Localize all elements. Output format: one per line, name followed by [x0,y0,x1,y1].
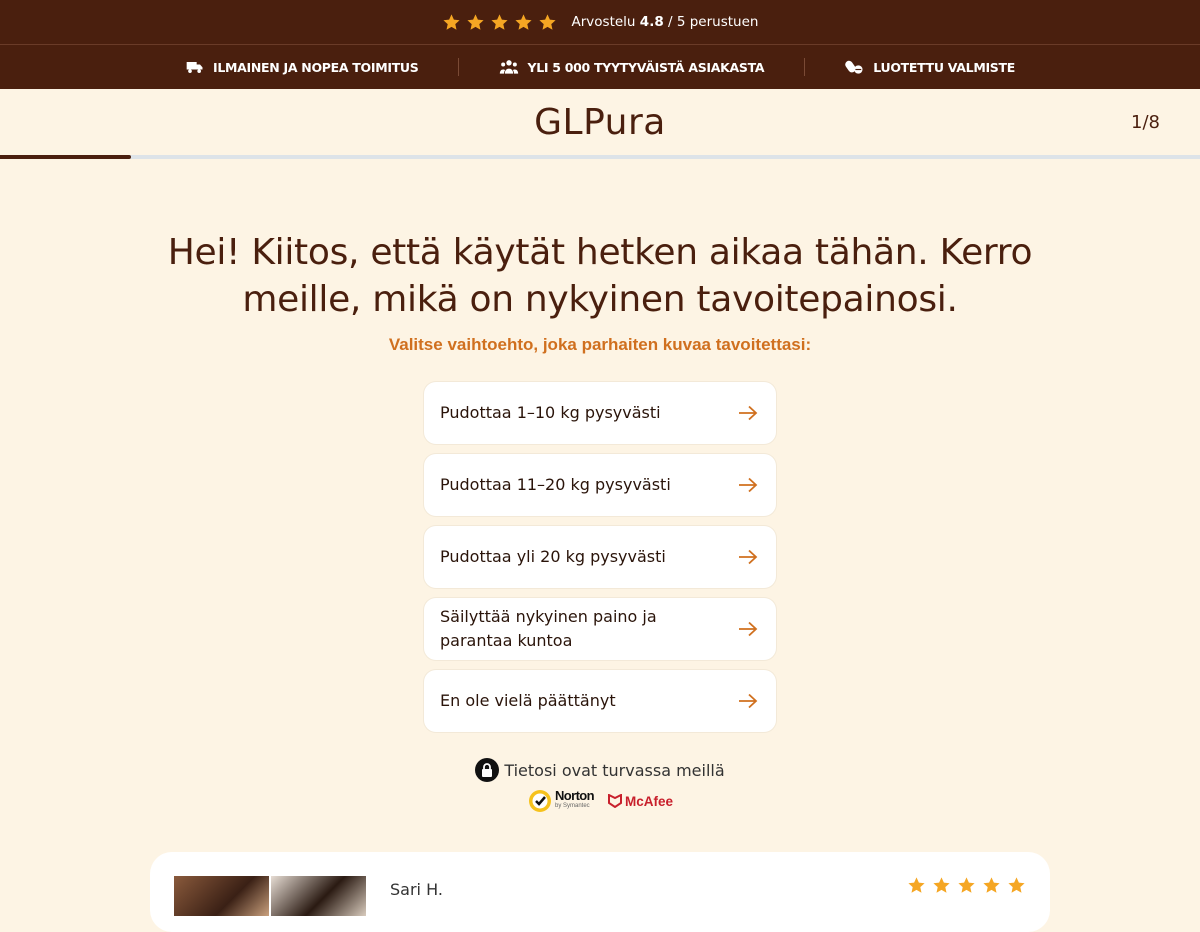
option-lose-1-10[interactable]: Pudottaa 1–10 kg pysyvästi [424,382,776,444]
people-icon [500,60,519,74]
after-photo [271,876,366,916]
star-icon [442,13,460,30]
mcafee-name: McAfee [624,793,673,809]
question-title: Hei! Kiitos, että käytät hetken aikaa tä… [167,232,1033,320]
star-icon [490,13,508,30]
norton-sub: by Symantec [554,803,590,809]
divider [804,58,806,76]
feature-trusted: LUOTETTU VALMISTE [845,58,1015,76]
feature-label: ILMAINEN JA NOPEA TOIMITUS [213,59,419,75]
options-list: Pudottaa 1–10 kg pysyvästi Pudottaa 11–2… [424,382,776,732]
norton-check-icon [528,790,551,812]
logo[interactable]: GLPura [534,102,666,143]
security-badges: Norton by Symantec McAfee [0,788,1200,814]
rating-prefix: Arvostelu [571,14,636,30]
progress-bar [0,155,1200,159]
before-photo [174,876,269,916]
divider [458,58,460,76]
star-icon [1008,877,1025,893]
rating-text: Arvostelu 4.8 / 5 perustuen [572,14,759,30]
option-label: Pudottaa 11–20 kg pysyvästi [440,475,671,494]
site-header: GLPura 1/8 [0,89,1200,155]
norton-name: Norton [554,788,595,803]
quiz-main: Hei! Kiitos, että käytät hetken aikaa tä… [0,229,1200,814]
question-subtitle: Valitse vaihtoehto, joka parhaiten kuvaa… [388,335,812,354]
truck-icon [186,62,203,73]
rating-stars [442,13,557,32]
step-counter: 1/8 [1131,112,1160,133]
option-lose-11-20[interactable]: Pudottaa 11–20 kg pysyvästi [424,454,776,516]
rating-bar: Arvostelu 4.8 / 5 perustuen [0,0,1200,45]
lock-icon [475,758,500,782]
features-bar: ILMAINEN JA NOPEA TOIMITUS YLI 5 000 TYY… [0,45,1200,89]
star-icon [538,13,556,30]
option-label: Pudottaa yli 20 kg pysyvästi [440,547,666,566]
option-label: En ole vielä päättänyt [440,691,616,710]
option-label: Pudottaa 1–10 kg pysyvästi [440,403,661,422]
review-card: Sari H. [150,852,1050,932]
arrow-right-icon [739,549,758,565]
star-icon [933,877,950,893]
arrow-right-icon [739,693,758,709]
feature-label: YLI 5 000 TYYTYVÄISTÄ ASIAKASTA [527,59,765,75]
feature-shipping: ILMAINEN JA NOPEA TOIMITUS [185,58,419,76]
star-icon [514,13,532,30]
star-icon [983,877,1000,893]
review-photos [174,876,366,916]
feature-label: LUOTETTU VALMISTE [873,59,1015,75]
star-icon [908,877,925,893]
rating-suffix: / 5 perustuen [668,14,759,30]
arrow-right-icon [739,621,758,637]
norton-badge: Norton by Symantec [527,788,595,814]
progress-fill [0,155,131,159]
arrow-right-icon [739,477,758,493]
star-icon [958,877,975,893]
star-icon [466,13,484,30]
security-note: Tietosi ovat turvassa meillä [0,758,1200,782]
mcafee-badge: McAfee [607,793,673,809]
review-stars [907,876,1026,895]
rating-value: 4.8 [639,14,664,30]
reviewer-name: Sari H. [390,880,443,899]
pills-icon [845,60,863,74]
security-text: Tietosi ovat turvassa meillä [504,760,725,780]
option-label: Säilyttää nykyinen paino ja parantaa kun… [440,607,657,650]
arrow-right-icon [739,405,758,421]
option-lose-over-20[interactable]: Pudottaa yli 20 kg pysyvästi [424,526,776,588]
feature-customers: YLI 5 000 TYYTYVÄISTÄ ASIAKASTA [499,58,765,76]
mcafee-shield-icon [607,794,622,808]
option-undecided[interactable]: En ole vielä päättänyt [424,670,776,732]
option-maintain-weight[interactable]: Säilyttää nykyinen paino ja parantaa kun… [424,598,776,660]
